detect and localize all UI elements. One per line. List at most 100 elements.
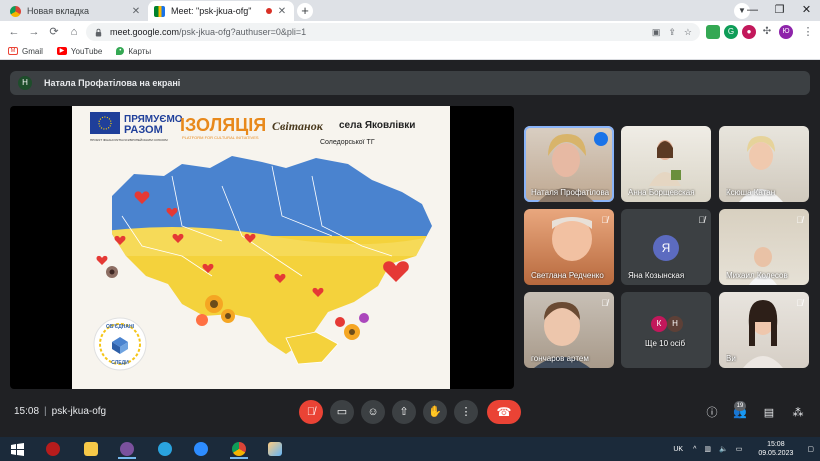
keyboard-layout[interactable]: UK — [673, 446, 683, 453]
participant-name: Ксюша Катан — [726, 188, 776, 197]
close-window-icon[interactable]: ✕ — [793, 0, 820, 21]
svitanok-logo: Світанок — [272, 119, 324, 133]
meeting-details-icon[interactable]: ⓘ — [704, 405, 720, 421]
camera-permission-icon[interactable]: ▣ — [652, 27, 661, 38]
muted-mic-icon: 🎙̸ — [796, 215, 803, 225]
presentation-stage[interactable]: ПРЯМУЄМО РАЗОМ ПРОЄКТ ФІНАНСУЄТЬСЯ ЄВРОП… — [10, 106, 514, 389]
minimize-icon[interactable]: — — [739, 0, 766, 21]
chrome-icon — [10, 5, 21, 17]
shared-slide: ПРЯМУЄМО РАЗОМ ПРОЄКТ ФІНАНСУЄТЬСЯ ЄВРОП… — [72, 106, 450, 389]
reload-icon[interactable]: ⟳ — [46, 24, 62, 40]
volume-icon[interactable]: 🔈 — [719, 445, 728, 453]
muted-mic-icon: 🎙̸ — [796, 298, 803, 308]
people-icon[interactable]: 19 👥 — [732, 401, 748, 421]
taskbar-telegram[interactable] — [152, 439, 178, 459]
mic-off-button[interactable]: 🎙̸ — [299, 400, 323, 424]
viber-icon — [120, 442, 134, 456]
participant-tile[interactable]: 🎙̸ Светлана Редченко — [524, 209, 614, 285]
taskbar-paint[interactable] — [262, 439, 288, 459]
taskbar-viber[interactable] — [114, 439, 140, 459]
bookmark-maps[interactable]: • Карты — [116, 47, 151, 56]
youtube-icon: ▶ — [56, 47, 67, 55]
participant-tile[interactable]: Наталя Профатілова — [524, 126, 614, 202]
system-tray: UK ^ ▥ 🔈 ▭ 15:08 09.05.2023 ▢ — [673, 437, 820, 461]
participant-tile[interactable]: 🎙̸ гончаров артем — [524, 292, 614, 368]
home-icon[interactable]: ⌂ — [66, 24, 82, 40]
telegram-icon — [158, 442, 172, 456]
leave-call-button[interactable]: ☎ — [487, 400, 521, 424]
chrome-icon — [232, 442, 246, 456]
address-bar[interactable]: meet.google.com/psk-jkua-ofg?authuser=0&… — [86, 23, 700, 41]
emoji-reactions-button[interactable]: ☺ — [361, 400, 385, 424]
chat-icon[interactable]: ▤ — [761, 405, 777, 421]
share-icon[interactable]: ⇪ — [668, 27, 676, 38]
meeting-controls-bar: 15:08 | psk-jkua-ofg 🎙̸ ▭ ☺ ⇧ ✋ ⋮ ☎ ⓘ 19 👥 … — [0, 397, 820, 429]
back-icon[interactable]: ← — [6, 24, 22, 40]
profile-avatar[interactable]: Ю — [779, 25, 793, 39]
meeting-info: 15:08 | psk-jkua-ofg — [14, 406, 107, 417]
participant-name: Ви — [726, 354, 736, 363]
new-tab-button[interactable]: + — [297, 3, 313, 19]
url-path: /psk-jkua-ofg?authuser=0&pli=1 — [179, 27, 307, 37]
close-tab-icon[interactable]: ✕ — [276, 6, 288, 17]
participant-tile[interactable]: Ксюша Катан — [719, 126, 809, 202]
recording-icon — [266, 8, 272, 14]
close-tab-icon[interactable]: ✕ — [130, 6, 142, 17]
participant-tile[interactable]: 🎙̸ Михаил Колесов — [719, 209, 809, 285]
notifications-icon[interactable]: ▢ — [807, 445, 814, 453]
grammarly-icon[interactable]: G — [724, 25, 738, 39]
muted-mic-icon: 🎙̸ — [601, 298, 608, 308]
taskbar-clock[interactable]: 15:08 09.05.2023 — [758, 440, 793, 458]
activities-icon[interactable]: ⁂ — [790, 405, 806, 421]
people-count-badge: 19 — [734, 401, 746, 411]
url-host: meet.google.com — [110, 27, 180, 37]
participant-tile[interactable]: 🎙̸ Ви — [719, 292, 809, 368]
taskbar-app[interactable] — [40, 439, 66, 459]
logo-text-2: РАЗОМ — [124, 124, 163, 136]
bookmark-star-icon[interactable]: ☆ — [684, 27, 692, 38]
gmail-icon: M — [8, 47, 18, 55]
taskbar-zoom[interactable] — [188, 439, 214, 459]
extensions-puzzle-icon[interactable]: ✣ — [760, 25, 774, 39]
participant-avatar: Я — [653, 235, 679, 261]
browser-tab-strip: Новая вкладка ✕ Meet: "psk-jkua-ofg" ✕ +… — [0, 0, 820, 21]
maximize-icon[interactable]: ❐ — [766, 0, 793, 21]
participant-tile[interactable]: Анна Борщевская — [621, 126, 711, 202]
taskbar-chrome[interactable] — [226, 439, 252, 459]
start-button[interactable] — [4, 439, 30, 459]
izolyatsia-sub: PLATFORM FOR CULTURAL INITIATIVES — [182, 135, 259, 140]
taskbar-file-explorer[interactable] — [78, 439, 104, 459]
network-icon[interactable]: ▥ — [704, 445, 711, 453]
bookmark-gmail[interactable]: M Gmail — [8, 47, 43, 56]
battery-icon[interactable]: ▭ — [736, 445, 743, 453]
more-options-button[interactable]: ⋮ — [454, 400, 478, 424]
camera-button[interactable]: ▭ — [330, 400, 354, 424]
menu-kebab-icon[interactable]: ⋮ — [800, 24, 816, 40]
meet-app: Н Натала Профатілова на екрані ПРЯМУЄМО … — [0, 60, 820, 437]
participant-name: Михаил Колесов — [726, 271, 788, 280]
extension-record-icon[interactable]: ● — [742, 25, 756, 39]
clock-date: 09.05.2023 — [758, 450, 794, 457]
tab-meet[interactable]: Meet: "psk-jkua-ofg" ✕ — [148, 1, 294, 21]
forward-icon[interactable]: → — [26, 24, 42, 40]
zoom-icon — [194, 442, 208, 456]
extension-icon[interactable] — [706, 25, 720, 39]
participant-name: Яна Козынская — [628, 271, 685, 280]
raise-hand-button[interactable]: ✋ — [423, 400, 447, 424]
presenting-text: Натала Профатілова на екрані — [44, 78, 181, 88]
meet-icon — [154, 5, 165, 17]
tab-new-tab[interactable]: Новая вкладка ✕ — [4, 1, 148, 21]
tray-overflow-icon[interactable]: ^ — [693, 446, 696, 453]
village-text: села Яковлівки — [339, 120, 415, 131]
tab-title: Новая вкладка — [27, 6, 90, 16]
badge-top-text: ОБ'ЄДНАНІ — [106, 324, 135, 330]
bookmark-youtube[interactable]: ▶ YouTube — [56, 47, 102, 56]
participant-tile[interactable]: К Н Ще 10 осіб — [621, 292, 711, 368]
badge-bottom-text: СЛЕДИ — [111, 360, 129, 366]
participant-tile[interactable]: Я 🎙̸ Яна Козынская — [621, 209, 711, 285]
tab-title: Meet: "psk-jkua-ofg" — [171, 6, 252, 16]
folder-icon — [84, 442, 98, 456]
participant-avatar: Н — [667, 316, 683, 332]
present-screen-button[interactable]: ⇧ — [392, 400, 416, 424]
clock-time: 15:08 — [767, 441, 785, 448]
